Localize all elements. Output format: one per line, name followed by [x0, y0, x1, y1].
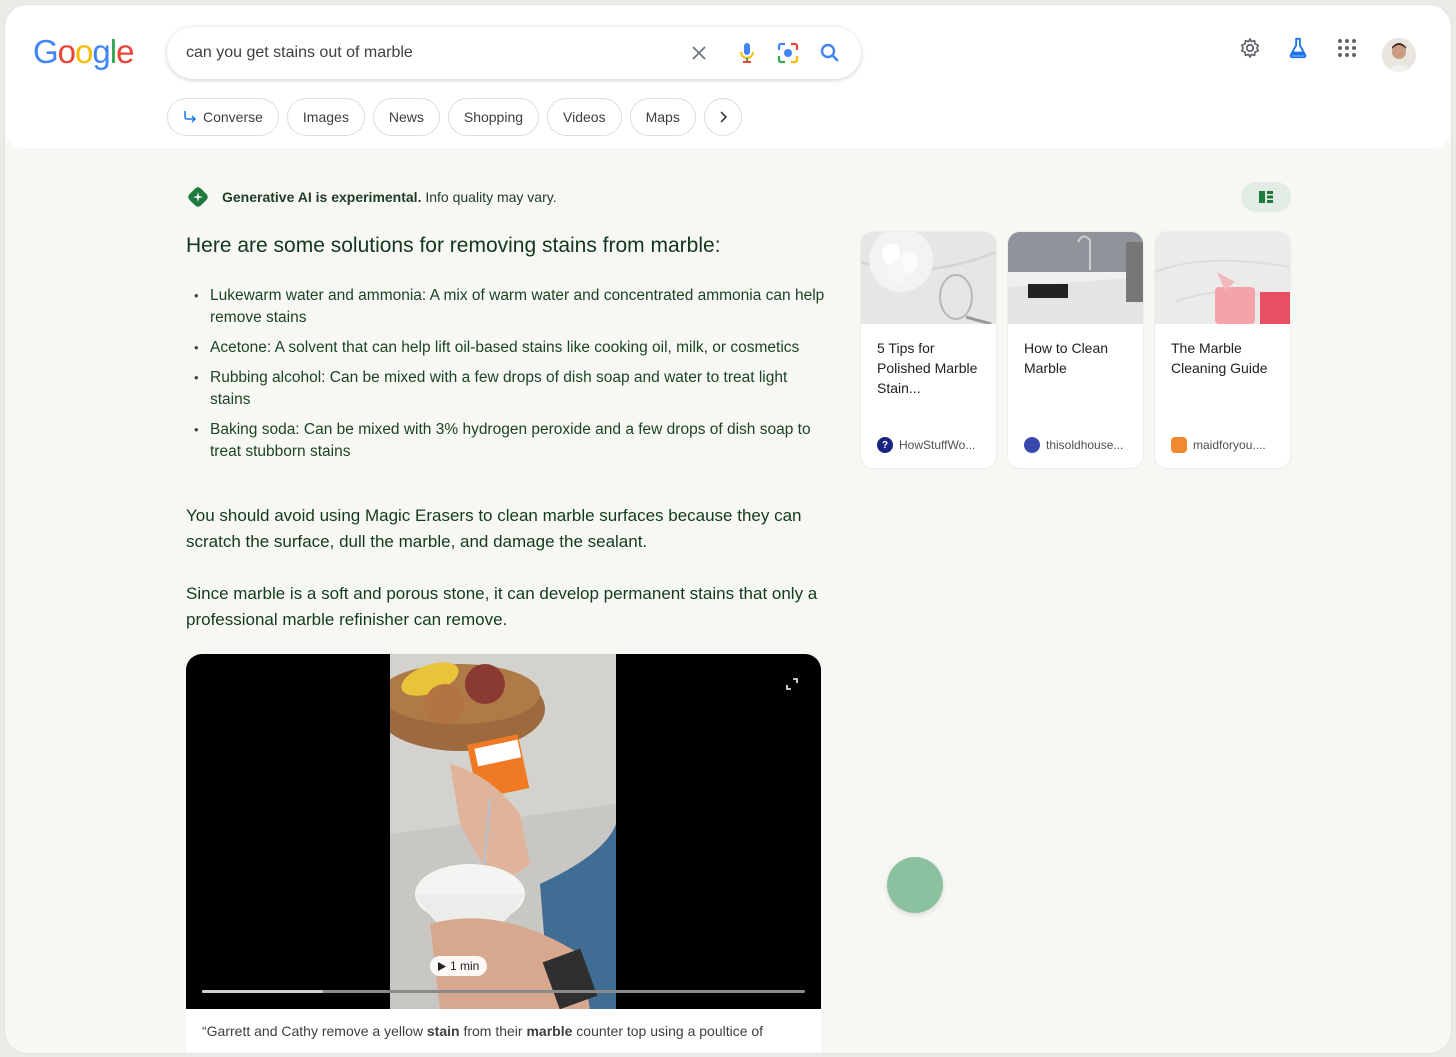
source-card[interactable]: The Marble Cleaning Guide maidforyou.... [1155, 232, 1290, 468]
ai-heading: Here are some solutions for removing sta… [186, 234, 721, 257]
chip-news[interactable]: News [372, 98, 440, 136]
search-filter-chips: Converse Images News Shopping Videos Map… [167, 98, 742, 136]
ai-banner-rest: Info quality may vary. [421, 189, 557, 205]
chip-label: Images [302, 109, 349, 125]
chip-images[interactable]: Images [286, 98, 365, 136]
card-title: How to Clean Marble [1024, 340, 1109, 376]
video-progress-bar[interactable] [202, 990, 805, 993]
card-source-name: HowStuffWo... [899, 438, 976, 452]
ai-bullet-list: Lukewarm water and ammonia: A mix of war… [186, 285, 826, 471]
video-player[interactable]: 1 min [186, 654, 821, 1009]
search-box[interactable]: can you get stains out of marble [167, 27, 861, 79]
source-favicon-icon [1024, 437, 1040, 453]
lens-icon[interactable] [774, 39, 802, 67]
ai-banner-text: Generative AI is experimental. Info qual… [222, 189, 557, 205]
chip-maps[interactable]: Maps [629, 98, 696, 136]
header: Google can you get stains out of marble [5, 5, 1451, 148]
microphone-icon[interactable] [733, 39, 761, 67]
source-favicon-icon: ? [877, 437, 893, 453]
chip-label: News [388, 109, 424, 125]
ai-paragraph-2: Since marble is a soft and porous stone,… [186, 584, 818, 629]
google-logo[interactable]: Google [33, 33, 134, 71]
chip-label: Converse [203, 109, 263, 125]
logo-letter: o [57, 33, 76, 70]
source-cards: 5 Tips for Polished Marble Stain... ? Ho… [861, 232, 1290, 468]
search-input[interactable]: can you get stains out of marble [186, 44, 413, 62]
caption-text: “Garrett and Cathy remove a yellow [202, 1023, 427, 1039]
source-favicon-icon [1171, 437, 1187, 453]
list-item: Lukewarm water and ammonia: A mix of war… [186, 285, 826, 329]
chip-videos[interactable]: Videos [547, 98, 622, 136]
video-progress-fill [202, 990, 323, 993]
ai-paragraph-1: You should avoid using Magic Erasers to … [186, 506, 802, 551]
card-thumbnail [861, 232, 996, 324]
video-duration-badge[interactable]: 1 min [430, 956, 488, 976]
browser-frame: Google can you get stains out of marble [5, 5, 1451, 1053]
video-caption: “Garrett and Cathy remove a yellow stain… [186, 1009, 821, 1053]
chip-label: Maps [645, 109, 680, 125]
caption-text: from their [459, 1023, 527, 1039]
ai-banner-bold: Generative AI is experimental. [222, 189, 422, 205]
card-title: The Marble Cleaning Guide [1171, 340, 1268, 376]
chip-converse[interactable]: Converse [167, 98, 279, 136]
caption-text: counter top using a poultice of [572, 1023, 764, 1039]
search-icon[interactable] [816, 39, 844, 67]
logo-letter: G [33, 33, 59, 70]
logo-letter: e [116, 33, 134, 70]
card-source-name: thisoldhouse... [1046, 438, 1124, 452]
logo-letter: g [92, 33, 110, 70]
card-thumbnail [1008, 232, 1143, 324]
logo-letter: o [75, 33, 93, 70]
caption-bold: stain [426, 1023, 460, 1039]
card-title: 5 Tips for Polished Marble Stain... [877, 340, 978, 396]
account-avatar[interactable] [1382, 38, 1416, 72]
ai-experimental-banner: Generative AI is experimental. Info qual… [186, 185, 557, 209]
source-card[interactable]: 5 Tips for Polished Marble Stain... ? Ho… [861, 232, 996, 468]
clear-icon[interactable] [685, 39, 713, 67]
caption-bold: marble [526, 1023, 573, 1039]
sge-sparkle-icon [187, 186, 209, 208]
chip-label: Videos [563, 109, 606, 125]
card-source: maidforyou.... [1171, 437, 1266, 453]
list-item: Baking soda: Can be mixed with 3% hydrog… [186, 419, 826, 463]
card-source: ? HowStuffWo... [877, 437, 975, 453]
chips-next-button[interactable] [703, 98, 742, 136]
play-icon [438, 961, 446, 971]
floating-action-button[interactable] [887, 857, 943, 913]
list-item: Acetone: A solvent that can help lift oi… [186, 337, 826, 359]
chevron-right-icon [720, 111, 727, 123]
settings-icon[interactable] [1239, 37, 1261, 64]
source-card[interactable]: How to Clean Marble thisoldhouse... [1008, 232, 1143, 468]
layout-toggle-button[interactable] [1241, 182, 1291, 212]
chip-shopping[interactable]: Shopping [447, 98, 540, 136]
video-duration: 1 min [450, 959, 480, 973]
card-source-name: maidforyou.... [1193, 438, 1266, 452]
layout-icon [1259, 191, 1273, 203]
video-thumbnail [390, 654, 616, 1009]
fullscreen-icon[interactable] [784, 676, 800, 692]
card-thumbnail [1155, 232, 1290, 324]
apps-grid-icon[interactable] [1336, 37, 1358, 64]
reply-arrow-icon [184, 111, 197, 123]
list-item: Rubbing alcohol: Can be mixed with a few… [186, 367, 826, 411]
labs-flask-icon[interactable] [1287, 37, 1309, 64]
card-source: thisoldhouse... [1024, 437, 1123, 453]
chip-label: Shopping [463, 109, 524, 125]
